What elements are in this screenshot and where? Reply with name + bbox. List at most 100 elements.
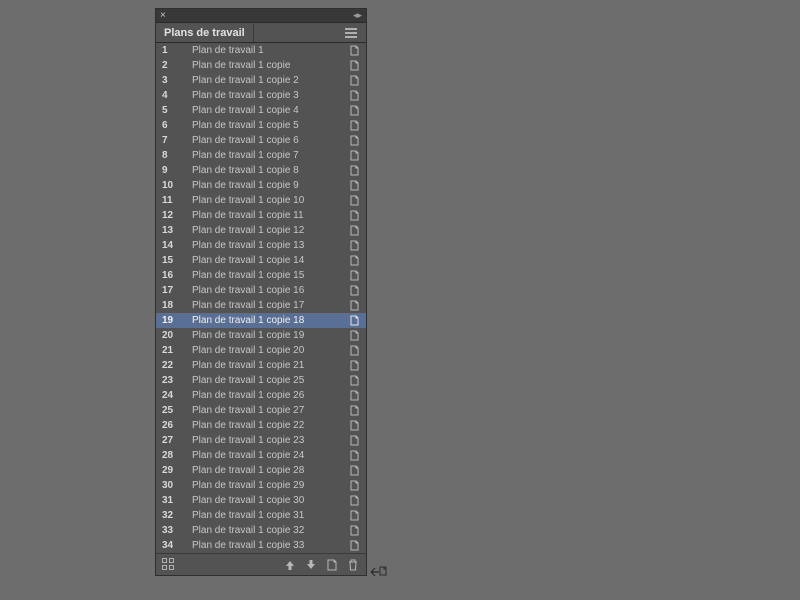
artboard-row[interactable]: 6Plan de travail 1 copie 5 (156, 118, 366, 133)
artboard-name[interactable]: Plan de travail 1 copie 33 (184, 540, 349, 551)
artboard-name[interactable]: Plan de travail 1 copie 10 (184, 195, 349, 206)
artboard-row[interactable]: 25Plan de travail 1 copie 27 (156, 403, 366, 418)
artboard-row[interactable]: 29Plan de travail 1 copie 28 (156, 463, 366, 478)
artboard-name[interactable]: Plan de travail 1 copie 16 (184, 285, 349, 296)
new-artboard-icon[interactable] (325, 558, 339, 572)
artboard-row[interactable]: 34Plan de travail 1 copie 33 (156, 538, 366, 553)
artboard-row[interactable]: 14Plan de travail 1 copie 13 (156, 238, 366, 253)
artboard-name[interactable]: Plan de travail 1 copie 27 (184, 405, 349, 416)
artboard-name[interactable]: Plan de travail 1 copie 8 (184, 165, 349, 176)
close-icon[interactable]: × (160, 11, 166, 21)
artboard-row[interactable]: 1Plan de travail 1 (156, 43, 366, 58)
page-icon (349, 45, 360, 56)
artboard-row[interactable]: 15Plan de travail 1 copie 14 (156, 253, 366, 268)
rearrange-all-icon[interactable] (162, 558, 176, 572)
artboard-row[interactable]: 2Plan de travail 1 copie (156, 58, 366, 73)
page-icon (349, 360, 360, 371)
artboard-number: 33 (160, 525, 184, 536)
artboard-name[interactable]: Plan de travail 1 copie 17 (184, 300, 349, 311)
artboard-row[interactable]: 18Plan de travail 1 copie 17 (156, 298, 366, 313)
artboard-name[interactable]: Plan de travail 1 copie 13 (184, 240, 349, 251)
artboard-row[interactable]: 28Plan de travail 1 copie 24 (156, 448, 366, 463)
artboard-row[interactable]: 33Plan de travail 1 copie 32 (156, 523, 366, 538)
artboard-number: 19 (160, 315, 184, 326)
artboard-name[interactable]: Plan de travail 1 copie 2 (184, 75, 349, 86)
artboard-name[interactable]: Plan de travail 1 copie 29 (184, 480, 349, 491)
artboard-name[interactable]: Plan de travail 1 copie 20 (184, 345, 349, 356)
artboard-name[interactable]: Plan de travail 1 copie 12 (184, 225, 349, 236)
artboard-name[interactable]: Plan de travail 1 copie 24 (184, 450, 349, 461)
move-down-icon[interactable] (304, 558, 318, 572)
artboard-name[interactable]: Plan de travail 1 copie 25 (184, 375, 349, 386)
artboard-number: 20 (160, 330, 184, 341)
artboard-name[interactable]: Plan de travail 1 copie 15 (184, 270, 349, 281)
artboard-name[interactable]: Plan de travail 1 (184, 45, 349, 56)
artboard-number: 2 (160, 60, 184, 71)
artboard-number: 22 (160, 360, 184, 371)
artboard-name[interactable]: Plan de travail 1 copie 5 (184, 120, 349, 131)
artboard-name[interactable]: Plan de travail 1 copie (184, 60, 349, 71)
artboard-name[interactable]: Plan de travail 1 copie 7 (184, 150, 349, 161)
artboard-number: 10 (160, 180, 184, 191)
page-icon (349, 75, 360, 86)
artboard-name[interactable]: Plan de travail 1 copie 9 (184, 180, 349, 191)
artboard-row[interactable]: 10Plan de travail 1 copie 9 (156, 178, 366, 193)
artboard-name[interactable]: Plan de travail 1 copie 18 (184, 315, 349, 326)
artboard-number: 3 (160, 75, 184, 86)
panel-tabbar: Plans de travail (156, 23, 366, 43)
artboard-row[interactable]: 32Plan de travail 1 copie 31 (156, 508, 366, 523)
page-icon (349, 90, 360, 101)
move-up-icon[interactable] (283, 558, 297, 572)
artboard-row[interactable]: 24Plan de travail 1 copie 26 (156, 388, 366, 403)
artboard-row[interactable]: 21Plan de travail 1 copie 20 (156, 343, 366, 358)
artboard-name[interactable]: Plan de travail 1 copie 6 (184, 135, 349, 146)
artboard-name[interactable]: Plan de travail 1 copie 23 (184, 435, 349, 446)
artboard-row[interactable]: 19Plan de travail 1 copie 18 (156, 313, 366, 328)
artboard-row[interactable]: 22Plan de travail 1 copie 21 (156, 358, 366, 373)
page-icon (349, 60, 360, 71)
artboard-row[interactable]: 4Plan de travail 1 copie 3 (156, 88, 366, 103)
artboard-name[interactable]: Plan de travail 1 copie 22 (184, 420, 349, 431)
page-icon (349, 525, 360, 536)
artboard-row[interactable]: 13Plan de travail 1 copie 12 (156, 223, 366, 238)
page-icon (349, 270, 360, 281)
artboard-row[interactable]: 8Plan de travail 1 copie 7 (156, 148, 366, 163)
page-icon (349, 315, 360, 326)
panel-tab-artboards[interactable]: Plans de travail (156, 24, 254, 42)
artboard-name[interactable]: Plan de travail 1 copie 11 (184, 210, 349, 221)
artboard-row[interactable]: 11Plan de travail 1 copie 10 (156, 193, 366, 208)
artboard-name[interactable]: Plan de travail 1 copie 4 (184, 105, 349, 116)
artboard-name[interactable]: Plan de travail 1 copie 32 (184, 525, 349, 536)
page-icon (349, 450, 360, 461)
artboard-name[interactable]: Plan de travail 1 copie 28 (184, 465, 349, 476)
hamburger-menu-icon[interactable] (342, 25, 360, 41)
artboard-row[interactable]: 16Plan de travail 1 copie 15 (156, 268, 366, 283)
artboard-row[interactable]: 23Plan de travail 1 copie 25 (156, 373, 366, 388)
artboard-row[interactable]: 26Plan de travail 1 copie 22 (156, 418, 366, 433)
artboard-row[interactable]: 17Plan de travail 1 copie 16 (156, 283, 366, 298)
artboard-name[interactable]: Plan de travail 1 copie 26 (184, 390, 349, 401)
artboard-number: 17 (160, 285, 184, 296)
artboard-row[interactable]: 3Plan de travail 1 copie 2 (156, 73, 366, 88)
artboard-row[interactable]: 5Plan de travail 1 copie 4 (156, 103, 366, 118)
artboard-row[interactable]: 27Plan de travail 1 copie 23 (156, 433, 366, 448)
artboard-number: 4 (160, 90, 184, 101)
artboard-row[interactable]: 7Plan de travail 1 copie 6 (156, 133, 366, 148)
artboard-row[interactable]: 20Plan de travail 1 copie 19 (156, 328, 366, 343)
collapse-icon[interactable]: ◂▸ (353, 10, 362, 21)
artboard-row[interactable]: 30Plan de travail 1 copie 29 (156, 478, 366, 493)
artboard-number: 13 (160, 225, 184, 236)
page-icon (349, 240, 360, 251)
artboard-row[interactable]: 9Plan de travail 1 copie 8 (156, 163, 366, 178)
artboard-number: 27 (160, 435, 184, 446)
artboard-row[interactable]: 12Plan de travail 1 copie 11 (156, 208, 366, 223)
artboard-name[interactable]: Plan de travail 1 copie 3 (184, 90, 349, 101)
delete-icon[interactable] (346, 558, 360, 572)
artboard-name[interactable]: Plan de travail 1 copie 14 (184, 255, 349, 266)
artboard-name[interactable]: Plan de travail 1 copie 19 (184, 330, 349, 341)
artboard-name[interactable]: Plan de travail 1 copie 30 (184, 495, 349, 506)
artboard-name[interactable]: Plan de travail 1 copie 21 (184, 360, 349, 371)
panel-titlebar[interactable]: × ◂▸ (156, 9, 366, 23)
artboard-name[interactable]: Plan de travail 1 copie 31 (184, 510, 349, 521)
artboard-row[interactable]: 31Plan de travail 1 copie 30 (156, 493, 366, 508)
